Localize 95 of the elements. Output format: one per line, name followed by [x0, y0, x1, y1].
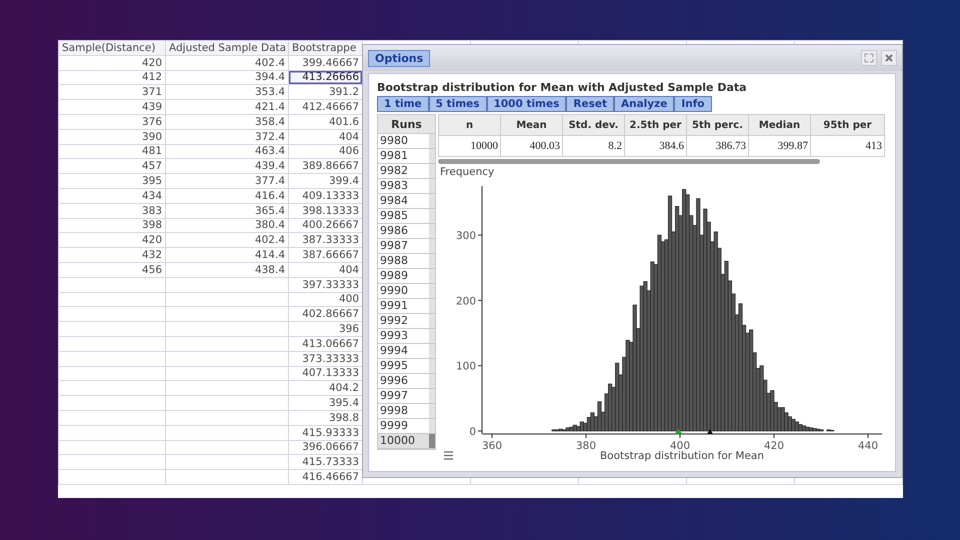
x-axis-label: Bootstrap distribution for Mean: [600, 450, 764, 462]
stats-header: Std. dev.: [562, 114, 624, 136]
triangle-marker-icon: [674, 429, 682, 434]
table-cell: 353.4: [166, 84, 288, 100]
tick-label: 440: [858, 440, 878, 452]
table-cell: 439.4: [166, 158, 288, 174]
table-cell: 372.4: [166, 129, 288, 144]
table-cell: 414.4: [166, 248, 288, 262]
stats-cell: 413: [810, 136, 884, 156]
run-item[interactable]: 9983: [378, 179, 435, 194]
table-cell: 481: [58, 144, 166, 159]
stats-cell: 8.2: [562, 136, 624, 156]
toolbar-button[interactable]: Reset: [566, 96, 614, 112]
table-cell: 413.26666: [288, 70, 362, 85]
toolbar-button[interactable]: Analyze: [614, 96, 674, 112]
stats-cell: 384.6: [624, 136, 686, 156]
triangle-marker-icon: [707, 429, 713, 434]
run-item[interactable]: 9997: [378, 389, 435, 404]
table-cell: 380.4: [166, 218, 288, 233]
stats-header: 2.5th per: [624, 114, 686, 136]
run-item[interactable]: 9993: [378, 329, 435, 344]
run-item[interactable]: 9982: [378, 164, 435, 179]
run-item[interactable]: 9992: [378, 314, 435, 329]
table-cell: 439: [58, 100, 166, 114]
stats-header: 95th per: [810, 114, 884, 136]
close-icon[interactable]: [881, 50, 897, 66]
toolbar-button[interactable]: 1 time: [377, 96, 429, 112]
table-cell: 438.4: [166, 262, 288, 278]
column-header: Sample(Distance): [58, 40, 166, 56]
tick-label: 100: [456, 360, 476, 373]
run-item[interactable]: 9996: [378, 374, 435, 389]
column-header: Adjusted Sample Data: [166, 40, 288, 56]
stats-cell: 399.87: [748, 136, 810, 156]
run-item[interactable]: 9990: [378, 284, 435, 299]
tick-label: 200: [456, 295, 476, 308]
y-axis-label: Frequency: [440, 166, 494, 178]
table-cell: 457: [58, 158, 166, 174]
toolbar-button[interactable]: Info: [674, 96, 712, 112]
run-item[interactable]: 9986: [378, 224, 435, 239]
table-cell: 432: [58, 248, 166, 262]
table-cell: 434: [58, 188, 166, 204]
options-button[interactable]: Options: [368, 50, 430, 66]
stats-header: Mean: [500, 114, 562, 136]
stats-cell: 10000: [438, 136, 500, 156]
run-item[interactable]: 10000: [378, 434, 435, 449]
run-item[interactable]: 9980: [378, 134, 435, 149]
table-cell: 371: [58, 84, 166, 100]
table-cell: 463.4: [166, 144, 288, 159]
table-cell: 390: [58, 129, 166, 144]
table-cell: 376: [58, 114, 166, 130]
table-cell: 456: [58, 262, 166, 278]
stats-header: 5th perc.: [686, 114, 748, 136]
run-item[interactable]: 9999: [378, 419, 435, 434]
run-item[interactable]: 9985: [378, 209, 435, 224]
tick-label: 380: [576, 440, 596, 452]
tick-label: 400: [670, 440, 690, 452]
column-header: Bootstrappe: [288, 40, 362, 56]
table-cell: 383: [58, 203, 166, 218]
run-item[interactable]: 9984: [378, 194, 435, 209]
menu-icon[interactable]: [443, 451, 454, 460]
stats-header: Median: [748, 114, 810, 136]
table-cell: 420: [58, 55, 166, 70]
table-cell: 398: [58, 218, 166, 233]
scrollbar[interactable]: [438, 159, 820, 164]
run-item[interactable]: 9994: [378, 344, 435, 359]
toolbar-button[interactable]: 5 times: [428, 96, 487, 112]
table-cell: 395: [58, 174, 166, 188]
tick-label: 0: [469, 426, 476, 438]
run-item[interactable]: 9987: [378, 239, 435, 254]
table-cell: 416.4: [166, 188, 288, 204]
tick-label: 420: [764, 440, 784, 452]
tick-label: 300: [456, 230, 476, 242]
maximize-icon[interactable]: [861, 50, 877, 66]
run-item[interactable]: 9995: [378, 359, 435, 374]
table-cell: 402.4: [166, 55, 288, 70]
table-cell: 377.4: [166, 174, 288, 188]
run-item[interactable]: 9981: [378, 149, 435, 164]
dialog-title: Bootstrap distribution for Mean with Adjusted Sample Data: [377, 81, 748, 94]
table-cell: 394.4: [166, 70, 288, 85]
table-cell: 421.4: [166, 100, 288, 114]
table-cell: 420: [58, 232, 166, 248]
run-item[interactable]: 9998: [378, 404, 435, 419]
run-item[interactable]: 9991: [378, 299, 435, 314]
table-cell: 402.4: [166, 232, 288, 248]
table-cell: 365.4: [166, 203, 288, 218]
toolbar-button[interactable]: 1000 times: [486, 96, 566, 112]
stats-header: n: [438, 114, 500, 136]
table-cell: 412: [58, 70, 166, 85]
table-cell: 358.4: [166, 114, 288, 130]
stats-cell: 386.73: [686, 136, 748, 156]
runs-header: Runs: [378, 115, 435, 134]
stats-cell: 400.03: [500, 136, 562, 156]
run-item[interactable]: 9988: [378, 254, 435, 269]
tick-label: 360: [482, 440, 502, 452]
run-item[interactable]: 9989: [378, 269, 435, 284]
